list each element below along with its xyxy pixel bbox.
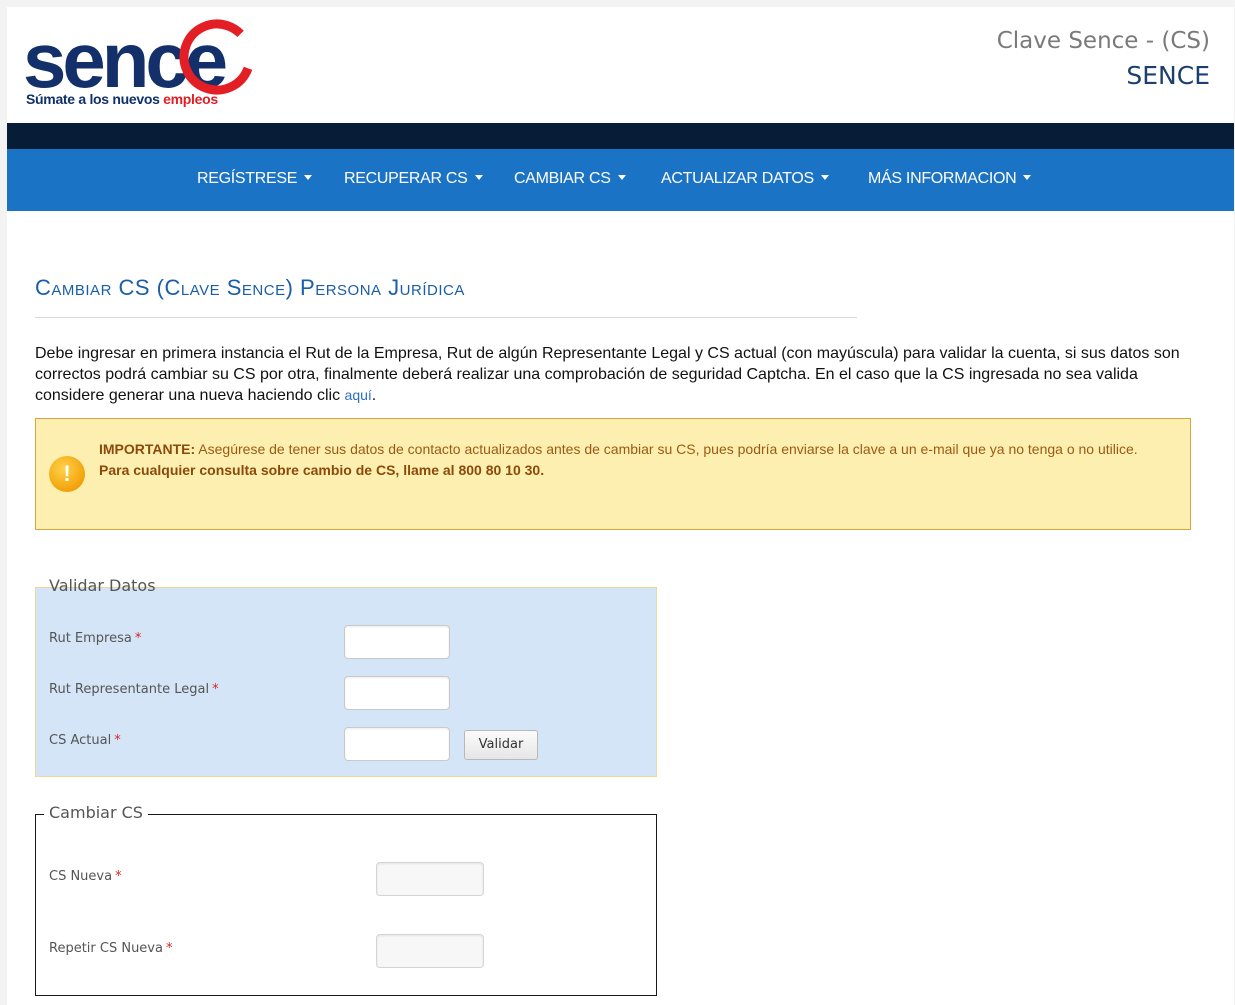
chevron-down-icon (474, 175, 483, 180)
intro-body: Debe ingresar en primera instancia el Ru… (35, 345, 1180, 404)
required-mark: * (134, 631, 142, 646)
label-text: Repetir CS Nueva (49, 941, 163, 956)
page-title: Cambiar CS (Clave Sence) Persona Jurídic… (35, 275, 465, 300)
warning-icon: ! (49, 456, 85, 492)
label-text: Rut Representante Legal (49, 682, 210, 697)
chevron-down-icon (1023, 175, 1032, 180)
nav-recuperar-cs[interactable]: RECUPERAR CS (344, 170, 483, 188)
intro-end: . (371, 387, 377, 404)
rut-representante-label: Rut Representante Legal * (49, 682, 219, 697)
header-subtitle: SENCE (1126, 61, 1210, 90)
validar-legend: Validar Datos (49, 576, 156, 595)
cambiar-legend: Cambiar CS (44, 803, 148, 822)
logo-tagline: Súmate a los nuevos empleos (26, 91, 218, 107)
nav-actualizar-datos[interactable]: ACTUALIZAR DATOS (661, 170, 829, 188)
validar-datos-fieldset: Validar Datos Rut Empresa * Rut Represent… (35, 576, 657, 777)
rut-representante-input[interactable] (344, 676, 450, 710)
aqui-link[interactable]: aquí (345, 387, 372, 403)
title-divider (35, 317, 857, 318)
cs-actual-label: CS Actual * (49, 733, 121, 748)
required-mark: * (212, 682, 219, 697)
logo-graphic: sence (23, 17, 255, 97)
repetir-cs-label: Repetir CS Nueva * (49, 941, 172, 956)
cs-nueva-input[interactable] (376, 862, 484, 896)
nav-cambiar-cs[interactable]: CAMBIAR CS (514, 170, 626, 188)
alert-text: IMPORTANTE: Asegúrese de tener sus datos… (99, 439, 1174, 481)
required-mark: * (114, 733, 121, 748)
validar-button[interactable]: Validar (464, 730, 538, 760)
label-text: CS Nueva (49, 869, 113, 884)
page: sence Súmate a los nuevos empleos Clave … (7, 7, 1234, 1005)
alert-phone-line: Para cualquier consulta sobre cambio de … (99, 462, 545, 478)
required-mark: * (165, 941, 173, 956)
nav-label: RECUPERAR CS (344, 170, 468, 187)
nav-label: ACTUALIZAR DATOS (661, 170, 814, 187)
intro-text: Debe ingresar en primera instancia el Ru… (35, 343, 1195, 406)
alert-message: Asegúrese de tener sus datos de contacto… (195, 441, 1138, 457)
nav-mas-informacion[interactable]: MÁS INFORMACION (868, 170, 1032, 188)
rut-empresa-input[interactable] (344, 625, 450, 659)
nav-label: REGÍSTRESE (197, 170, 298, 187)
repetir-cs-input[interactable] (376, 934, 484, 968)
chevron-down-icon (820, 175, 829, 180)
header-title: Clave Sence - (CS) (996, 28, 1210, 54)
tagline-main: Súmate a los nuevos (26, 91, 160, 107)
cs-nueva-label: CS Nueva * (49, 869, 122, 884)
cambiar-cs-fieldset: Cambiar CS CS Nueva * Repetir CS Nueva * (35, 803, 657, 996)
rut-empresa-label: Rut Empresa * (49, 631, 141, 646)
nav-label: CAMBIAR CS (514, 170, 611, 187)
header-dark-bar (7, 123, 1234, 149)
nav-registrese[interactable]: REGÍSTRESE (197, 170, 313, 188)
chevron-down-icon (617, 175, 626, 180)
required-mark: * (115, 869, 122, 884)
alert-strong: IMPORTANTE: (99, 441, 196, 457)
header-right: Clave Sence - (CS) SENCE (997, 27, 1210, 94)
label-text: Rut Empresa (49, 631, 132, 646)
cs-actual-input[interactable] (344, 727, 450, 761)
important-alert: ! IMPORTANTE: Asegúrese de tener sus dat… (35, 418, 1191, 530)
main-navbar: REGÍSTRESE RECUPERAR CS CAMBIAR CS ACTUA… (7, 149, 1234, 211)
chevron-down-icon (304, 175, 313, 180)
label-text: CS Actual (49, 733, 112, 748)
tagline-accent: empleos (163, 91, 218, 107)
nav-label: MÁS INFORMACION (868, 170, 1017, 187)
